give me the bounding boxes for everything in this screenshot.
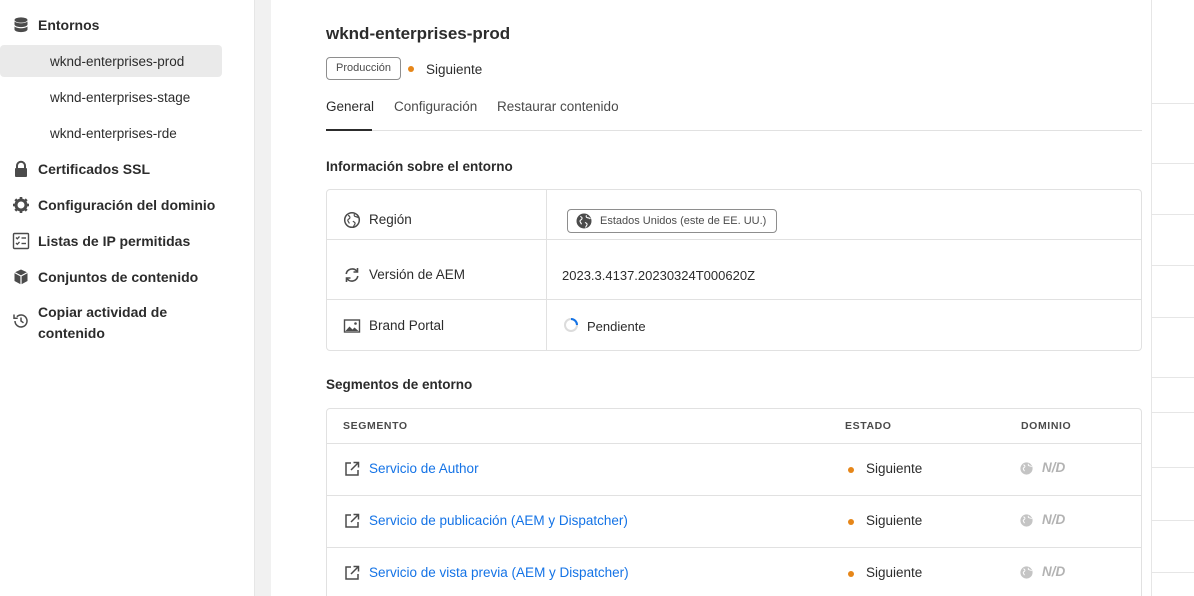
- sidebar-item-copy-activity[interactable]: Copiar actividad de contenido: [0, 302, 167, 344]
- globe-filled-icon: [576, 213, 592, 229]
- table-row: Servicio de Author Siguiente N/D: [327, 444, 1141, 496]
- sidebar-env-rde[interactable]: wknd-enterprises-rde: [0, 117, 222, 149]
- globe-icon: [343, 211, 361, 229]
- segment-domain: N/D: [1042, 512, 1066, 527]
- info-row-region: Región Estados Unidos (este de EE. UU.): [327, 190, 1141, 240]
- sidebar-item-label: Configuración del dominio: [38, 197, 216, 213]
- sidebar-item-domain[interactable]: Configuración del dominio: [0, 189, 215, 221]
- page-title: wknd-enterprises-prod: [326, 24, 511, 43]
- segment-link-publish[interactable]: Servicio de publicación (AEM y Dispatche…: [369, 513, 628, 528]
- boxes-icon: [12, 268, 30, 286]
- database-icon: [12, 16, 30, 34]
- adjacent-panel-edge: [1151, 0, 1194, 596]
- table-row: Servicio de vista previa (AEM y Dispatch…: [327, 548, 1141, 596]
- info-label: Región: [369, 212, 412, 227]
- tab-label: Restaurar contenido: [497, 99, 619, 114]
- status-dot: [848, 519, 854, 525]
- external-link-icon[interactable]: [343, 564, 361, 582]
- divider: [1152, 412, 1194, 413]
- table-header: SEGMENTO ESTADO DOMINIO: [327, 409, 1141, 444]
- status-dot: [408, 66, 414, 72]
- divider: [1152, 265, 1194, 266]
- sidebar-item-label: Conjuntos de contenido: [38, 269, 199, 285]
- divider: [1152, 377, 1194, 378]
- tab-restore-content[interactable]: Restaurar contenido: [497, 96, 619, 131]
- status-dot: [848, 571, 854, 577]
- refresh-icon: [343, 266, 361, 284]
- segment-status: Siguiente: [866, 461, 923, 476]
- segments-table: SEGMENTO ESTADO DOMINIO Servicio de Auth…: [326, 408, 1142, 596]
- sidebar: Entornos wknd-enterprises-prod wknd-ente…: [0, 0, 255, 596]
- sidebar-item-label: Certificados SSL: [38, 161, 151, 177]
- environment-info-title: Información sobre el entorno: [326, 159, 513, 174]
- sidebar-item-content-sets[interactable]: Conjuntos de contenido: [0, 261, 198, 293]
- divider: [1152, 520, 1194, 521]
- segment-link-author[interactable]: Servicio de Author: [369, 461, 479, 476]
- gear-icon: [12, 196, 30, 214]
- checklist-icon: [12, 232, 30, 250]
- sidebar-item-label: Listas de IP permitidas: [38, 233, 191, 249]
- history-icon: [12, 312, 30, 330]
- info-row-aem-version: Versión de AEM 2023.3.4137.20230324T0006…: [327, 250, 1141, 300]
- tab-label: General: [326, 99, 375, 114]
- divider: [1152, 103, 1194, 104]
- external-link-icon[interactable]: [343, 512, 361, 530]
- sidebar-env-stage[interactable]: wknd-enterprises-stage: [0, 81, 222, 113]
- segment-domain: N/D: [1042, 460, 1066, 475]
- sidebar-item-ssl[interactable]: Certificados SSL: [0, 153, 150, 185]
- tab-general[interactable]: General: [326, 96, 375, 131]
- lock-icon: [12, 160, 30, 178]
- environment-detail-panel: wknd-enterprises-prod Producción Siguien…: [271, 0, 1151, 596]
- column-header-domain: DOMINIO: [1021, 420, 1072, 432]
- sidebar-item-label: Copiar actividad de: [38, 304, 168, 320]
- segment-status: Siguiente: [866, 565, 923, 580]
- segment-link-preview[interactable]: Servicio de vista previa (AEM y Dispatch…: [369, 565, 629, 580]
- sidebar-env-prod[interactable]: wknd-enterprises-prod: [0, 45, 222, 77]
- column-header-segment: SEGMENTO: [343, 420, 408, 432]
- environment-info-table: Región Estados Unidos (este de EE. UU.) …: [326, 189, 1142, 351]
- sidebar-item-label: Entornos: [38, 17, 100, 33]
- globe-icon: [1020, 462, 1033, 475]
- segment-status: Siguiente: [866, 513, 923, 528]
- sidebar-item-label: contenido: [38, 325, 105, 341]
- environment-segments-title: Segmentos de entorno: [326, 377, 473, 392]
- image-icon: [343, 317, 361, 335]
- info-row-brand-portal: Brand Portal Pendiente: [327, 301, 1141, 351]
- divider: [1152, 163, 1194, 164]
- status-dot: [848, 467, 854, 473]
- region-chip: Estados Unidos (este de EE. UU.): [567, 209, 778, 233]
- sidebar-env-label: wknd-enterprises-prod: [50, 53, 185, 69]
- tab-configuration[interactable]: Configuración: [394, 96, 477, 131]
- external-link-icon[interactable]: [343, 460, 361, 478]
- divider: [1152, 317, 1194, 318]
- sidebar-item-environments[interactable]: Entornos: [0, 9, 99, 41]
- table-row: Servicio de publicación (AEM y Dispatche…: [327, 496, 1141, 548]
- divider: [1152, 214, 1194, 215]
- sidebar-env-label: wknd-enterprises-stage: [50, 89, 191, 105]
- aem-version-value: 2023.3.4137.20230324T000620Z: [562, 268, 756, 283]
- tab-bar: General Configuración Restaurar contenid…: [326, 96, 1142, 131]
- info-label: Brand Portal: [369, 318, 445, 333]
- column-header-status: ESTADO: [845, 420, 892, 432]
- divider: [1152, 467, 1194, 468]
- environment-status: Siguiente: [426, 62, 483, 77]
- globe-icon: [1020, 566, 1033, 579]
- info-label: Versión de AEM: [369, 267, 466, 282]
- brand-portal-status: Pendiente: [587, 319, 646, 334]
- tab-label: Configuración: [394, 99, 478, 114]
- sidebar-item-ip-allow[interactable]: Listas de IP permitidas: [0, 225, 190, 257]
- region-value: Estados Unidos (este de EE. UU.): [600, 215, 767, 227]
- spinner-icon: [563, 317, 579, 333]
- sidebar-env-label: wknd-enterprises-rde: [50, 125, 177, 141]
- environment-type-tag: Producción: [326, 57, 402, 80]
- globe-icon: [1020, 514, 1033, 527]
- segment-domain: N/D: [1042, 564, 1066, 579]
- divider: [1152, 572, 1194, 573]
